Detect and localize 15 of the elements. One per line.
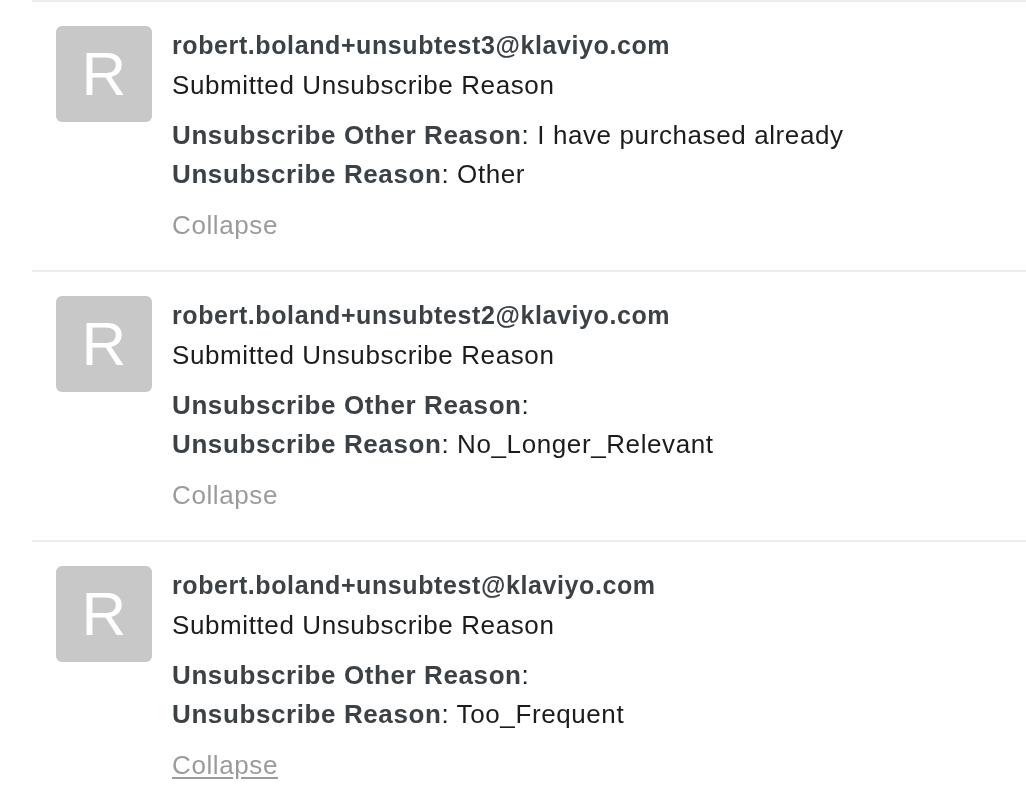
property-line: Unsubscribe Other Reason: I have purchased already [172,119,844,152]
profile-email: robert.boland+unsubtest2@klaviyo.com [172,300,671,331]
property-line: Unsubscribe Reason: No_Longer_Relevant [172,428,714,461]
property-line: Unsubscribe Reason: Too_Frequent [172,698,625,731]
event-title: Submitted Unsubscribe Reason [172,609,555,642]
collapse-link[interactable]: Collapse [172,746,278,785]
property-line: Unsubscribe Other Reason: [172,659,530,692]
collapse-link[interactable]: Collapse [172,476,278,515]
profile-email: robert.boland+unsubtest3@klaviyo.com [172,30,671,61]
property-line: Unsubscribe Reason: Other [172,158,526,191]
collapse-link[interactable]: Collapse [172,206,278,245]
profile-email: robert.boland+unsubtest@klaviyo.com [172,570,656,601]
event-title: Submitted Unsubscribe Reason [172,69,555,102]
event-title: Submitted Unsubscribe Reason [172,339,555,372]
property-line: Unsubscribe Other Reason: [172,389,530,422]
